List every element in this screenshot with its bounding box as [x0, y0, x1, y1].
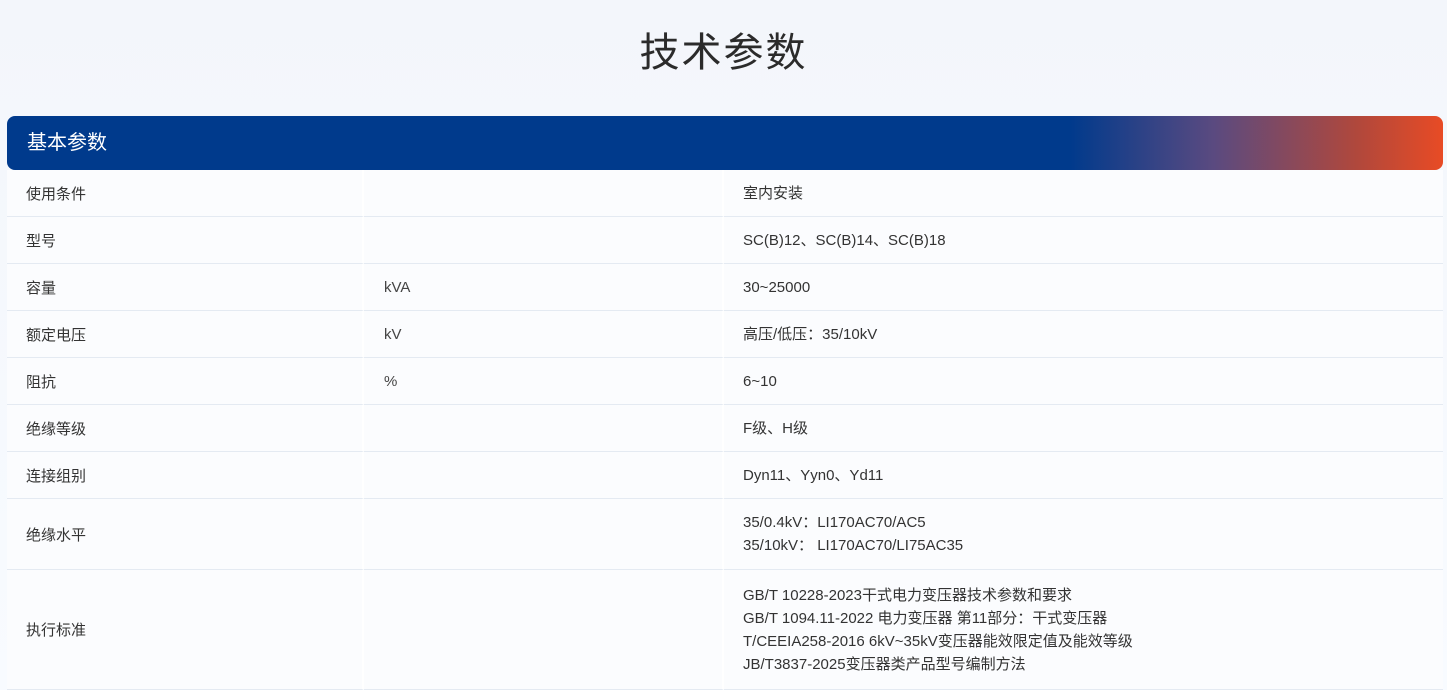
param-value-line: GB/T 10228-2023干式电力变压器技术参数和要求: [743, 586, 1072, 604]
param-value: F级、H级: [724, 405, 1443, 452]
table-row: 执行标准 GB/T 10228-2023干式电力变压器技术参数和要求 GB/T …: [7, 570, 1443, 690]
param-value: 30~25000: [724, 264, 1443, 311]
param-name: 执行标准: [7, 570, 364, 690]
param-value: SC(B)12、SC(B)14、SC(B)18: [724, 217, 1443, 264]
param-unit: [364, 452, 724, 499]
param-unit: kV: [364, 311, 724, 358]
param-value-line: 室内安装: [743, 184, 804, 202]
param-value: 室内安装: [724, 170, 1443, 217]
param-value-line: 35/0.4kV：LI170AC70/AC5: [743, 514, 926, 531]
param-value-line: SC(B)12、SC(B)14、SC(B)18: [743, 231, 946, 249]
param-value-line: F级、H级: [743, 419, 808, 437]
param-value-line: JB/T3837-2025变压器类产品型号编制方法: [743, 655, 1026, 673]
table-row: 容量 kVA 30~25000: [7, 264, 1443, 311]
param-name: 阻抗: [7, 358, 364, 405]
param-unit: [364, 405, 724, 452]
param-name: 额定电压: [7, 311, 364, 358]
param-value-line: T/CEEIA258-2016 6kV~35kV变压器能效限定值及能效等级: [743, 632, 1133, 650]
param-unit: %: [364, 358, 724, 405]
param-name: 连接组别: [7, 452, 364, 499]
param-value-line: GB/T 1094.11-2022 电力变压器 第11部分：干式变压器: [743, 609, 1108, 627]
table-row: 阻抗 % 6~10: [7, 358, 1443, 405]
page-title: 技术参数: [639, 31, 808, 75]
table-row: 型号 SC(B)12、SC(B)14、SC(B)18: [7, 217, 1443, 264]
param-name: 绝缘水平: [7, 499, 364, 570]
param-name: 型号: [7, 217, 364, 264]
param-value: 35/0.4kV：LI170AC70/AC5 35/10kV： LI170AC7…: [724, 499, 1443, 570]
table-row: 额定电压 kV 高压/低压：35/10kV: [7, 311, 1443, 358]
param-value: GB/T 10228-2023干式电力变压器技术参数和要求 GB/T 1094.…: [724, 570, 1443, 690]
param-name: 使用条件: [7, 170, 364, 217]
param-unit: [364, 170, 724, 217]
param-value-line: 35/10kV： LI170AC70/LI75AC35: [743, 537, 964, 554]
param-unit: kVA: [364, 264, 724, 311]
section-header-basic-params: 基本参数: [7, 116, 1443, 170]
param-value-line: 高压/低压：35/10kV: [743, 325, 878, 343]
table-row: 绝缘水平 35/0.4kV：LI170AC70/AC5 35/10kV： LI1…: [7, 499, 1443, 570]
table-row: 连接组别 Dyn11、Yyn0、Yd11: [7, 452, 1443, 499]
param-value-line: 30~25000: [743, 278, 811, 296]
param-value-line: Dyn11、Yyn0、Yd11: [743, 466, 884, 484]
param-unit: [364, 570, 724, 690]
table-row: 绝缘等级 F级、H级: [7, 405, 1443, 452]
param-value: 6~10: [724, 358, 1443, 405]
param-value: 高压/低压：35/10kV: [724, 311, 1443, 358]
params-table: 使用条件 室内安装 型号 SC(B)12、SC(B)14、SC(B)18 容量 …: [7, 170, 1443, 690]
param-name: 容量: [7, 264, 364, 311]
param-unit: [364, 499, 724, 570]
param-value-line: 6~10: [743, 372, 777, 390]
param-unit: [364, 217, 724, 264]
param-value: Dyn11、Yyn0、Yd11: [724, 452, 1443, 499]
param-name: 绝缘等级: [7, 405, 364, 452]
table-row: 使用条件 室内安装: [7, 170, 1443, 217]
page: 技术参数 基本参数 使用条件 室内安装 型号 SC(B)12、SC(B)14、S…: [0, 0, 1447, 690]
section-title: 基本参数: [27, 132, 107, 154]
